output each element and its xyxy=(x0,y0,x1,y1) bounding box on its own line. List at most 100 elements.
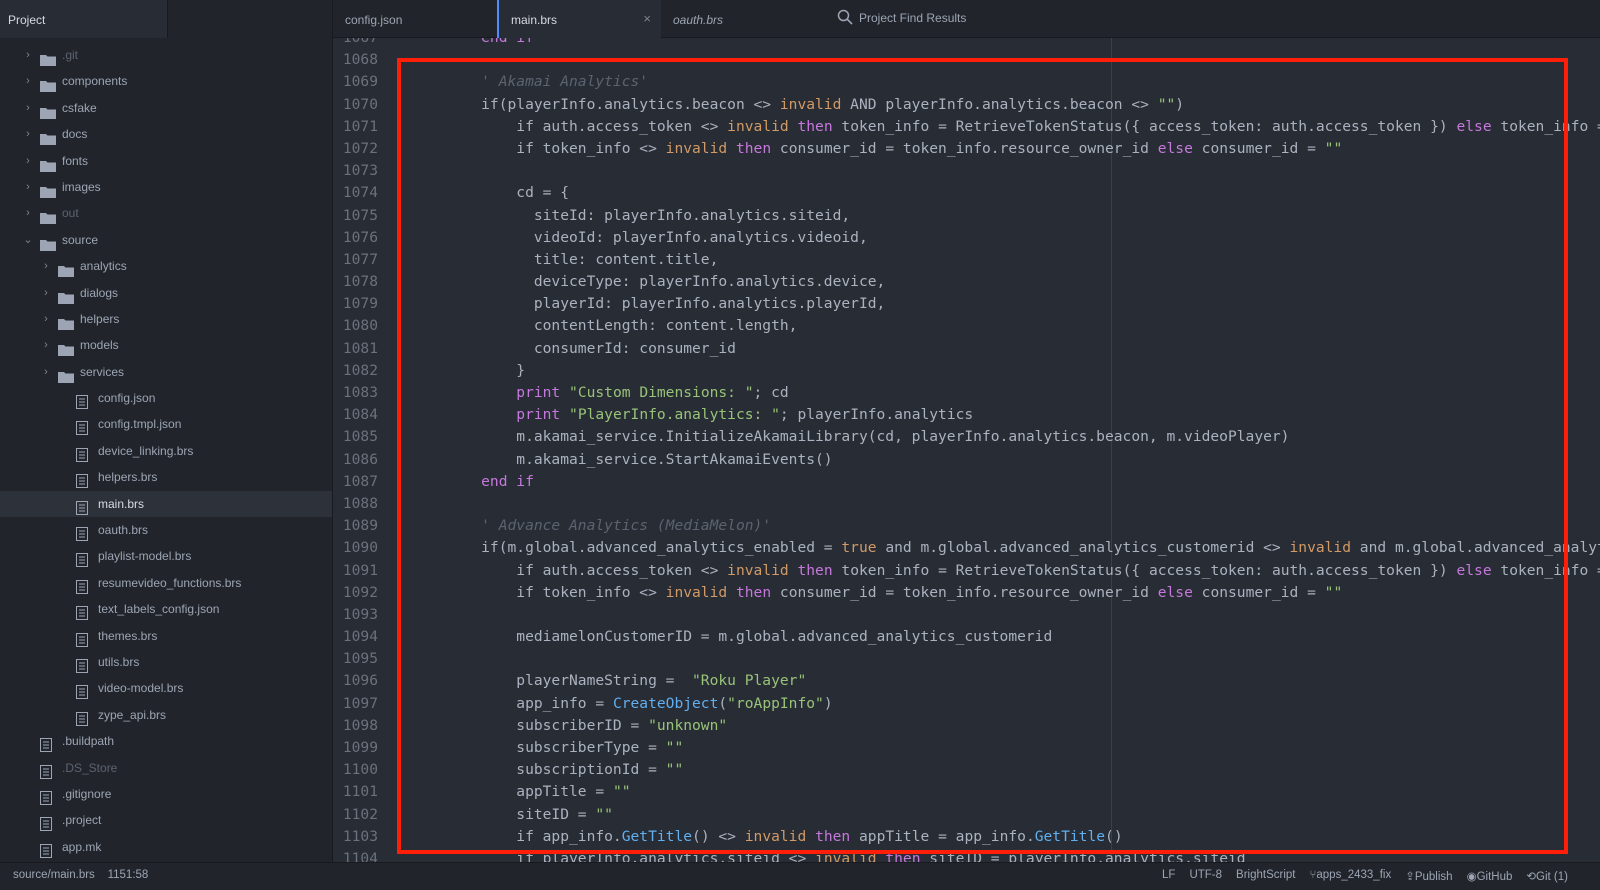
tree-file[interactable]: .project xyxy=(0,807,332,833)
tree-file[interactable]: main.brs xyxy=(0,490,332,518)
code-line[interactable]: m.akamai_service.StartAkamaiEvents() xyxy=(446,449,1600,471)
chevron-right-icon[interactable]: › xyxy=(40,253,52,279)
code-line[interactable]: if auth.access_token <> invalid then tok… xyxy=(446,560,1600,582)
code-line[interactable]: appTitle = "" xyxy=(446,781,1600,803)
tree-folder[interactable]: › helpers xyxy=(0,306,332,332)
code-line[interactable] xyxy=(446,160,1600,182)
tree-folder[interactable]: › out xyxy=(0,200,332,226)
line-number: 1073 xyxy=(342,162,378,180)
tree-file[interactable]: zype_api.brs xyxy=(0,702,332,728)
chevron-right-icon[interactable]: › xyxy=(40,306,52,332)
tree-folder[interactable]: › services xyxy=(0,359,332,385)
tree-file[interactable]: .gitignore xyxy=(0,781,332,807)
tree-file[interactable]: resumevideo_functions.brs xyxy=(0,570,332,596)
status-file-path[interactable]: source/main.brs xyxy=(13,869,95,881)
tree-file[interactable]: app.mk xyxy=(0,834,332,860)
code-line[interactable]: title: content.title, xyxy=(446,249,1600,271)
tree-file[interactable]: themes.brs xyxy=(0,623,332,649)
tab-project-find-results[interactable]: Project Find Results xyxy=(825,0,1045,38)
close-tab-icon[interactable]: × xyxy=(643,11,651,26)
status-line-ending[interactable]: LF xyxy=(1162,869,1175,883)
code-line[interactable]: siteId: playerInfo.analytics.siteid, xyxy=(446,205,1600,227)
code-line[interactable]: if playerInfo.analytics.siteid <> invali… xyxy=(446,848,1600,862)
tree-file[interactable]: device_linking.brs xyxy=(0,438,332,464)
code-line[interactable]: if(m.global.advanced_analytics_enabled =… xyxy=(446,537,1600,559)
code-lines[interactable]: end if ' Akamai Analytics' if(playerInfo… xyxy=(446,38,1600,862)
code-line[interactable]: deviceType: playerInfo.analytics.device, xyxy=(446,271,1600,293)
tab-config-json[interactable]: config.json xyxy=(333,0,497,38)
code-line[interactable]: subscriberID = "unknown" xyxy=(446,715,1600,737)
tree-file[interactable]: oauth.brs xyxy=(0,517,332,543)
code-line[interactable]: ' Advance Analytics (MediaMelon)' xyxy=(446,515,1600,537)
chevron-right-icon[interactable]: › xyxy=(40,280,52,306)
tab-oauth-brs[interactable]: oauth.brs xyxy=(661,0,825,38)
tree-file[interactable]: video-model.brs xyxy=(0,675,332,701)
code-line[interactable]: if(playerInfo.analytics.beacon <> invali… xyxy=(446,94,1600,116)
tree-folder[interactable]: › analytics xyxy=(0,253,332,279)
code-line[interactable] xyxy=(446,648,1600,670)
chevron-right-icon[interactable]: › xyxy=(40,359,52,385)
code-line[interactable]: playerId: playerInfo.analytics.playerId, xyxy=(446,293,1600,315)
code-line[interactable]: if auth.access_token <> invalid then tok… xyxy=(446,116,1600,138)
code-line[interactable]: end if xyxy=(446,471,1600,493)
tree-file[interactable]: .DS_Store xyxy=(0,755,332,781)
code-line[interactable]: if token_info <> invalid then consumer_i… xyxy=(446,138,1600,160)
status-branch[interactable]: ⑂ apps_2433_fix xyxy=(1309,869,1391,883)
chevron-right-icon[interactable]: › xyxy=(22,95,34,121)
tree-folder[interactable]: › images xyxy=(0,174,332,200)
code-line[interactable] xyxy=(446,493,1600,515)
code-line[interactable]: app_info = CreateObject("roAppInfo") xyxy=(446,693,1600,715)
chevron-right-icon[interactable]: › xyxy=(22,68,34,94)
status-publish[interactable]: ⇪ Publish xyxy=(1405,869,1452,883)
code-line[interactable]: siteID = "" xyxy=(446,804,1600,826)
tree-folder[interactable]: › dialogs xyxy=(0,280,332,306)
chevron-right-icon[interactable]: › xyxy=(22,148,34,174)
status-grammar[interactable]: BrightScript xyxy=(1236,869,1295,883)
code-line[interactable]: consumerId: consumer_id xyxy=(446,338,1600,360)
tree-folder[interactable]: › csfake xyxy=(0,95,332,121)
tree-file[interactable]: config.json xyxy=(0,385,332,411)
code-editor[interactable]: 1067 1068 1069 1070 1071 1072 1073 1074 1075 1076… xyxy=(333,38,1600,862)
status-github[interactable]: ◉ GitHub xyxy=(1467,869,1513,883)
tree-file[interactable]: helpers.brs xyxy=(0,464,332,490)
code-line[interactable] xyxy=(446,49,1600,71)
status-encoding[interactable]: UTF-8 xyxy=(1189,869,1222,883)
chevron-down-icon[interactable]: ⌄ xyxy=(22,227,34,253)
code-line[interactable] xyxy=(446,604,1600,626)
code-line[interactable]: print "Custom Dimensions: "; cd xyxy=(446,382,1600,404)
chevron-right-icon[interactable]: › xyxy=(22,121,34,147)
tree-folder[interactable]: › fonts xyxy=(0,148,332,174)
code-line[interactable]: print "PlayerInfo.analytics: "; playerIn… xyxy=(446,404,1600,426)
chevron-right-icon[interactable]: › xyxy=(22,42,34,68)
status-cursor-position[interactable]: 1151:58 xyxy=(108,869,149,881)
tree-file[interactable]: .buildpath xyxy=(0,728,332,754)
tree-file[interactable]: playlist-model.brs xyxy=(0,543,332,569)
code-line[interactable]: m.akamai_service.InitializeAkamaiLibrary… xyxy=(446,426,1600,448)
tab-main-brs[interactable]: main.brs × xyxy=(497,0,661,38)
tree-file[interactable]: utils.brs xyxy=(0,649,332,675)
code-line[interactable]: cd = { xyxy=(446,182,1600,204)
code-line[interactable]: end if xyxy=(446,38,1600,49)
code-line[interactable]: playerNameString = "Roku Player" xyxy=(446,670,1600,692)
chevron-right-icon[interactable]: › xyxy=(22,200,34,226)
code-line[interactable]: videoId: playerInfo.analytics.videoid, xyxy=(446,227,1600,249)
chevron-right-icon[interactable]: › xyxy=(40,332,52,358)
project-panel-title[interactable]: Project xyxy=(0,0,168,38)
code-line[interactable]: subscriptionId = "" xyxy=(446,759,1600,781)
code-line[interactable]: mediamelonCustomerID = m.global.advanced… xyxy=(446,626,1600,648)
tree-folder[interactable]: › components xyxy=(0,68,332,94)
code-line[interactable]: ' Akamai Analytics' xyxy=(446,71,1600,93)
tree-folder[interactable]: › docs xyxy=(0,121,332,147)
code-line[interactable]: contentLength: content.length, xyxy=(446,315,1600,337)
tree-file[interactable]: config.tmpl.json xyxy=(0,411,332,437)
chevron-right-icon[interactable]: › xyxy=(22,174,34,200)
tree-file[interactable]: text_labels_config.json xyxy=(0,596,332,622)
tree-folder[interactable]: ⌄ source xyxy=(0,227,332,253)
status-git[interactable]: ⟲ Git (1) xyxy=(1526,869,1568,883)
code-line[interactable]: } xyxy=(446,360,1600,382)
tree-folder[interactable]: › models xyxy=(0,332,332,358)
tree-folder[interactable]: › .git xyxy=(0,42,332,68)
code-line[interactable]: if app_info.GetTitle() <> invalid then a… xyxy=(446,826,1600,848)
code-line[interactable]: subscriberType = "" xyxy=(446,737,1600,759)
code-line[interactable]: if token_info <> invalid then consumer_i… xyxy=(446,582,1600,604)
